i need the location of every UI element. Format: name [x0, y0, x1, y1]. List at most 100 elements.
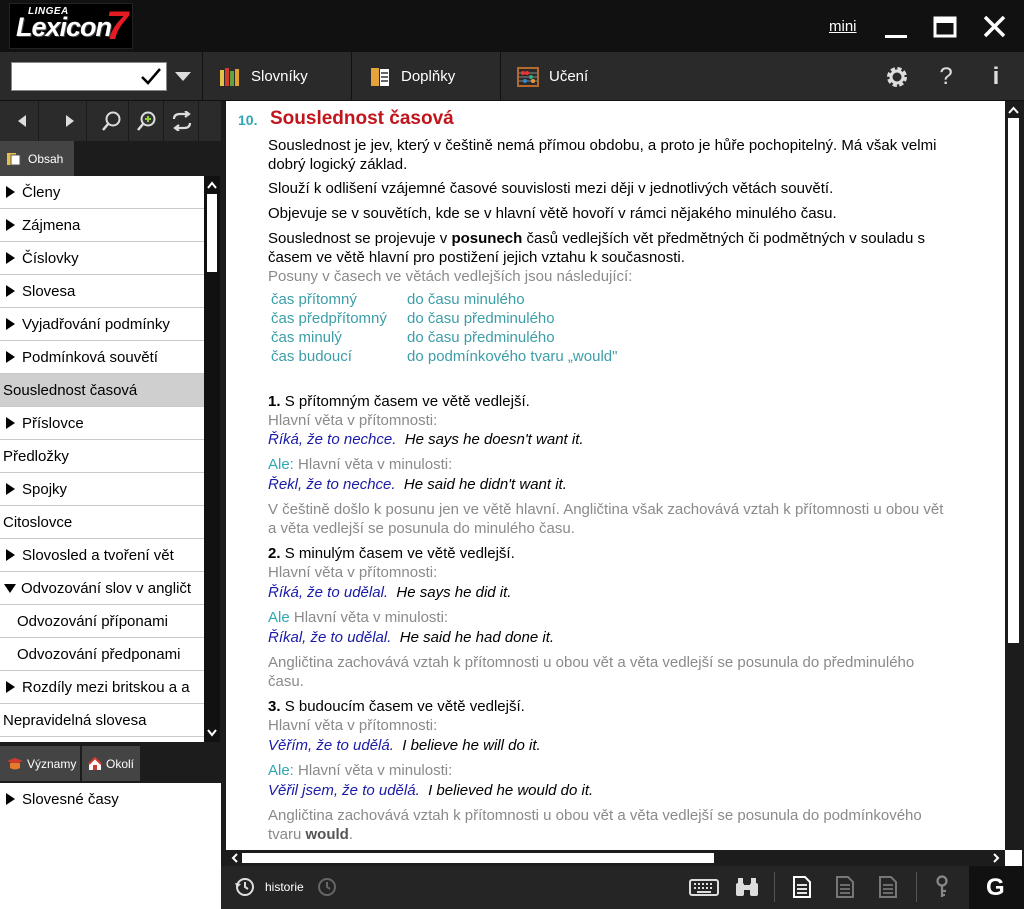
- toc-scroll-thumb[interactable]: [207, 194, 217, 272]
- toc-item[interactable]: Nepravidelná slovesa: [0, 704, 204, 737]
- learning-button[interactable]: Učení: [517, 52, 588, 101]
- toc-item-label: Vyjadřování podmínky: [22, 315, 170, 333]
- content-hscroll-thumb[interactable]: [242, 853, 714, 863]
- tab-contents[interactable]: Obsah: [0, 141, 74, 176]
- example-czech[interactable]: Řekl, že to nechce.: [268, 476, 396, 493]
- toc-item[interactable]: Příslovce: [0, 407, 204, 440]
- toc-item[interactable]: Podmínková souvětí: [0, 341, 204, 374]
- toc-item[interactable]: Odvozování příponami: [0, 605, 204, 638]
- history-forward-button[interactable]: [315, 875, 341, 899]
- toolbar-divider: [500, 52, 501, 101]
- main-past-label: Hlavní věta v minulosti:: [289, 609, 449, 626]
- section-3-example-1: Věřím, že to udělá. I believe he will do…: [268, 737, 541, 755]
- section-3-but-line: Ale: Hlavní věta v minulosti:: [268, 762, 452, 780]
- shift-to: do času předminulého: [407, 310, 555, 327]
- scroll-down-icon[interactable]: [204, 726, 220, 740]
- document-view-button[interactable]: [791, 875, 817, 899]
- note-text-pre: tvaru: [268, 826, 306, 843]
- document-view-3-button[interactable]: [877, 875, 903, 899]
- toc-item[interactable]: Slovesa: [0, 275, 204, 308]
- example-czech[interactable]: Říká, že to udělal.: [268, 584, 388, 601]
- document-view-2-button[interactable]: [834, 875, 860, 899]
- zoom-in-button[interactable]: [130, 101, 164, 141]
- toc-item[interactable]: Citoslovce: [0, 506, 204, 539]
- example-czech[interactable]: Věřil jsem, že to udělá.: [268, 782, 420, 799]
- tab-meanings[interactable]: Významy: [0, 746, 80, 781]
- key-icon: [936, 875, 948, 897]
- help-button[interactable]: ?: [933, 64, 959, 90]
- article-title: Souslednost časová: [270, 108, 454, 129]
- toc-item[interactable]: Zájmena: [0, 209, 204, 242]
- paragraph-1a: Souslednost je jev, který v češtině nemá…: [268, 137, 937, 154]
- example-czech[interactable]: Věřím, že to udělá.: [268, 737, 394, 754]
- addons-button[interactable]: Doplňky: [369, 52, 455, 101]
- content-scroll-thumb[interactable]: [1008, 118, 1019, 643]
- settings-button[interactable]: [884, 64, 910, 90]
- section-3-main-present: Hlavní věta v přítomnosti:: [268, 717, 438, 734]
- section-2-main-present: Hlavní věta v přítomnosti:: [268, 564, 438, 581]
- binoculars-button[interactable]: [734, 875, 760, 899]
- paragraph-3: Objevuje se v souvětích, kde se v hlavní…: [268, 205, 837, 222]
- statusbar-divider: [916, 872, 917, 902]
- meanings-item[interactable]: Slovesné časy: [0, 783, 221, 815]
- back-button[interactable]: [5, 101, 39, 141]
- expand-arrow-icon: [6, 351, 15, 363]
- table-of-contents: Členy Zájmena Číslovky Slovesa Vyjadřování p…: [0, 176, 204, 742]
- tab-surroundings[interactable]: Okolí: [82, 746, 140, 781]
- toc-item[interactable]: Odvozování předponami: [0, 638, 204, 671]
- mini-mode-button[interactable]: mini: [829, 18, 857, 35]
- toc-scrollbar[interactable]: [204, 176, 220, 742]
- maximize-button[interactable]: [931, 12, 961, 42]
- google-button[interactable]: G: [969, 866, 1024, 909]
- history-button[interactable]: historie: [233, 875, 323, 899]
- google-icon: G: [986, 874, 1005, 901]
- forward-button[interactable]: [53, 101, 87, 141]
- arrow-right-icon: [65, 115, 74, 127]
- gear-icon: [887, 67, 907, 87]
- toc-item-label: Nepravidelná slovesa: [3, 711, 147, 729]
- toc-item[interactable]: Číslovky: [0, 242, 204, 275]
- section-1-note-a: V češtině došlo k posunu jen ve větě hla…: [268, 501, 944, 518]
- search-input[interactable]: [11, 62, 167, 91]
- search-button[interactable]: [95, 101, 129, 141]
- toc-item[interactable]: Členy: [0, 176, 204, 209]
- minimize-icon: [885, 35, 907, 38]
- expand-arrow-icon: [6, 186, 15, 198]
- keyboard-button[interactable]: [689, 875, 719, 899]
- expand-arrow-icon: [6, 252, 15, 264]
- content-vertical-scrollbar[interactable]: [1005, 101, 1022, 850]
- toolbar-divider: [202, 52, 203, 101]
- example-czech[interactable]: Říkal, že to udělal.: [268, 629, 391, 646]
- example-czech[interactable]: Říká, že to nechce.: [268, 431, 396, 448]
- toc-item[interactable]: Slovosled a tvoření vět: [0, 539, 204, 572]
- sync-button[interactable]: [165, 101, 199, 141]
- meanings-icon: [7, 757, 23, 769]
- section-1-main-present: Hlavní věta v přítomnosti:: [268, 412, 438, 429]
- toc-item-label: Číslovky: [22, 249, 79, 267]
- close-button[interactable]: [980, 12, 1010, 42]
- dictionaries-button[interactable]: Slovníky: [219, 52, 308, 101]
- scroll-right-icon[interactable]: [989, 850, 1003, 866]
- info-button[interactable]: i: [983, 64, 1009, 90]
- search-history-dropdown[interactable]: [175, 72, 191, 81]
- tab-surroundings-label: Okolí: [106, 756, 135, 771]
- scroll-left-icon[interactable]: [228, 850, 242, 866]
- section-1-example-1: Říká, že to nechce. He says he doesn't w…: [268, 431, 584, 449]
- toc-item[interactable]: Odvozování slov v angličt: [0, 572, 204, 605]
- content-horizontal-scrollbar[interactable]: [226, 850, 1005, 866]
- toc-item[interactable]: Souslednost časová: [0, 374, 204, 407]
- confirm-check-icon[interactable]: [140, 65, 162, 87]
- scroll-up-icon[interactable]: [1005, 103, 1022, 117]
- scroll-up-icon[interactable]: [204, 178, 220, 192]
- toc-item[interactable]: Vyjadřování podmínky: [0, 308, 204, 341]
- paragraph-1b: dobrý logický základ.: [268, 156, 408, 173]
- toc-item[interactable]: Předložky: [0, 440, 204, 473]
- toc-item[interactable]: Rozdíly mezi britskou a a: [0, 671, 204, 704]
- minimize-button[interactable]: [882, 12, 912, 42]
- shift-from: čas budoucí: [271, 348, 352, 365]
- example-english: He said he didn't want it.: [403, 476, 567, 493]
- toc-item[interactable]: Spojky: [0, 473, 204, 506]
- key-button[interactable]: [931, 875, 957, 899]
- expand-arrow-icon: [6, 549, 15, 561]
- contents-tabbar: Obsah: [0, 141, 221, 176]
